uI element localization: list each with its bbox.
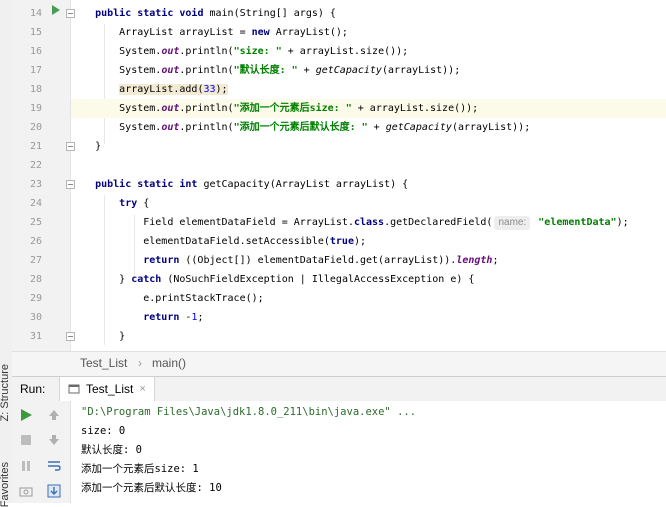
run-label: Run:	[20, 382, 46, 396]
code-line[interactable]: public static void main(String[] args) {	[71, 4, 666, 23]
code-line[interactable]: System.out.println("添加一个元素后默认长度: " + get…	[71, 118, 666, 137]
editor-gutter: 14 15 16 17 18 19 20 21 22 23 24 25 26 27 28 29 30 31	[12, 0, 75, 351]
line-number[interactable]: 29	[12, 289, 42, 308]
code-line[interactable]: return -1;	[71, 308, 666, 327]
run-tab-label: Test_List	[86, 382, 134, 396]
code-line[interactable]: System.out.println("添加一个元素后size: " + arr…	[71, 99, 666, 118]
code-line[interactable]: }	[71, 137, 666, 156]
line-number[interactable]: 19	[12, 99, 42, 118]
line-number[interactable]: 20	[12, 118, 42, 137]
line-number[interactable]: 18	[12, 80, 42, 99]
code-line[interactable]: } catch (NoSuchFieldException | IllegalA…	[71, 270, 666, 289]
line-number[interactable]: 22	[12, 156, 42, 175]
code-line[interactable]: ArrayList arrayList = new ArrayList();	[71, 23, 666, 42]
code-line[interactable]	[71, 156, 666, 175]
console-line: size: 0	[81, 425, 126, 437]
console-line: 添加一个元素后size: 1	[81, 463, 199, 475]
line-number[interactable]: 30	[12, 308, 42, 327]
favorites-tab[interactable]: Favorites	[0, 462, 12, 507]
run-config-icon	[68, 384, 80, 394]
pause-icon[interactable]	[18, 458, 34, 474]
console-line: "D:\Program Files\Java\jdk1.8.0_211\bin\…	[81, 406, 417, 418]
code-line[interactable]: elementDataField.setAccessible(true);	[71, 232, 666, 251]
line-number[interactable]: 17	[12, 61, 42, 80]
code-editor[interactable]: public static void main(String[] args) {…	[71, 0, 666, 351]
code-line[interactable]: public static int getCapacity(ArrayList …	[71, 175, 666, 194]
scroll-to-end-icon[interactable]	[46, 483, 62, 499]
rerun-icon[interactable]	[18, 407, 34, 423]
line-number[interactable]: 16	[12, 42, 42, 61]
console-line: 添加一个元素后默认长度: 10	[81, 482, 222, 494]
line-number[interactable]: 25	[12, 213, 42, 232]
line-number[interactable]: 23	[12, 175, 42, 194]
run-toolbar	[12, 401, 71, 503]
line-number[interactable]: 28	[12, 270, 42, 289]
arrow-up-icon[interactable]	[46, 407, 62, 423]
console-output[interactable]: "D:\Program Files\Java\jdk1.8.0_211\bin\…	[71, 401, 666, 503]
code-line[interactable]: arrayList.add(33);	[71, 80, 666, 99]
line-number[interactable]: 31	[12, 327, 42, 346]
breadcrumb-file[interactable]: Test_List	[80, 356, 127, 370]
line-number[interactable]: 14	[12, 4, 42, 23]
breadcrumb-method[interactable]: main()	[152, 356, 186, 370]
run-gutter-icon[interactable]	[52, 5, 60, 15]
soft-wrap-icon[interactable]	[46, 458, 62, 474]
line-number[interactable]: 27	[12, 251, 42, 270]
breadcrumb-separator: ›	[138, 356, 142, 370]
code-line[interactable]: System.out.println("size: " + arrayList.…	[71, 42, 666, 61]
line-number[interactable]: 26	[12, 232, 42, 251]
run-tab-test-list[interactable]: Test_List ×	[59, 377, 155, 401]
arrow-down-icon[interactable]	[46, 432, 62, 448]
code-line[interactable]: }	[71, 327, 666, 346]
run-panel-header: Run: Test_List ×	[12, 376, 666, 402]
line-number[interactable]: 21	[12, 137, 42, 156]
close-icon[interactable]: ×	[139, 383, 145, 395]
structure-tab[interactable]: Z: Structure	[0, 364, 12, 421]
line-number[interactable]: 15	[12, 23, 42, 42]
stop-icon[interactable]	[18, 432, 34, 448]
code-line[interactable]: System.out.println("默认长度: " + getCapacit…	[71, 61, 666, 80]
code-line[interactable]: try {	[71, 194, 666, 213]
code-line[interactable]: return ((Object[]) elementDataField.get(…	[71, 251, 666, 270]
code-line[interactable]: Field elementDataField = ArrayList.class…	[71, 213, 666, 232]
breadcrumb: Test_List › main()	[12, 351, 666, 376]
console-line: 默认长度: 0	[81, 444, 142, 456]
code-line[interactable]: e.printStackTrace();	[71, 289, 666, 308]
line-number[interactable]: 24	[12, 194, 42, 213]
camera-icon[interactable]	[18, 483, 34, 499]
